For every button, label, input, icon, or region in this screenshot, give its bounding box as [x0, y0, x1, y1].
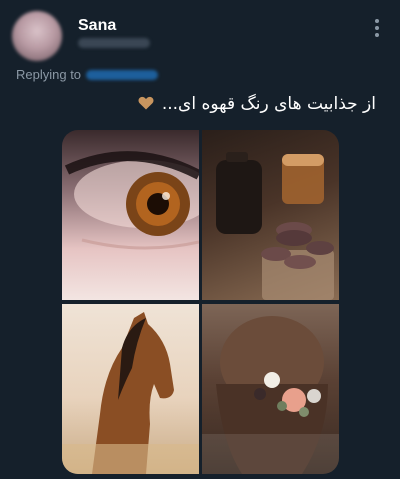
- brown-heart-icon: [138, 96, 154, 110]
- more-options-button[interactable]: [374, 19, 380, 37]
- more-dot-icon: [375, 19, 379, 23]
- replying-to-handle[interactable]: [86, 70, 158, 80]
- more-dot-icon: [375, 26, 379, 30]
- tweet-text: از جذابیت های رنگ قهوه ای...: [161, 94, 376, 114]
- media-grid[interactable]: [62, 130, 339, 474]
- tweet-text-line: از جذابیت های رنگ قهوه ای...: [138, 94, 376, 114]
- author-name[interactable]: Sana: [78, 17, 116, 35]
- eye-image[interactable]: [62, 130, 199, 300]
- coffee-image[interactable]: [202, 130, 339, 300]
- replying-to-label: Replying to: [16, 67, 82, 82]
- post-avatar[interactable]: [12, 11, 62, 61]
- author-handle[interactable]: [78, 38, 150, 48]
- hair-flowers-image[interactable]: [202, 304, 339, 474]
- more-dot-icon: [375, 33, 379, 37]
- horse-image[interactable]: [62, 304, 199, 474]
